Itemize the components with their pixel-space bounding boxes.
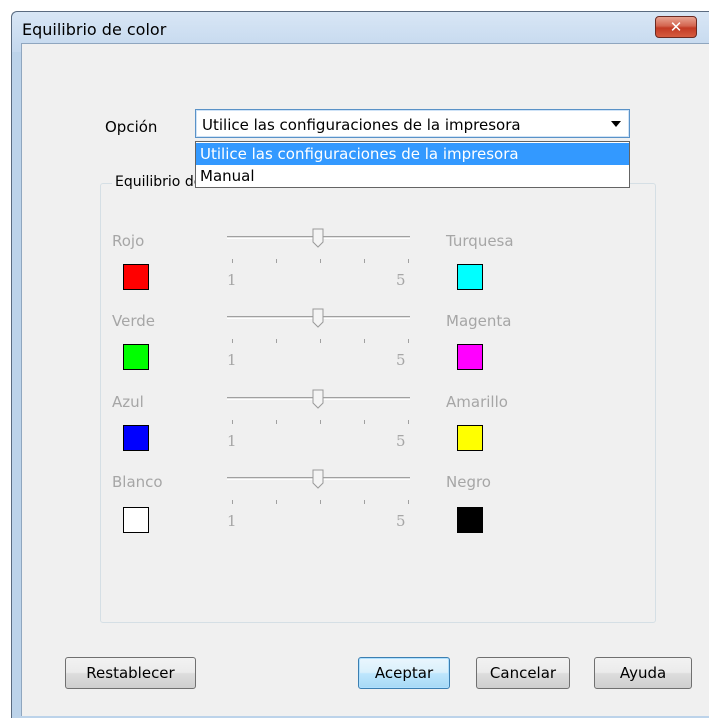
slider-max-label: 5 — [396, 512, 406, 530]
color-swatch-right — [457, 507, 483, 533]
row-left-label: Verde — [112, 312, 155, 330]
slider-thumb[interactable] — [312, 228, 324, 248]
row-left-label: Azul — [112, 393, 144, 411]
slider-tick — [232, 500, 233, 504]
color-swatch-left — [123, 507, 149, 533]
option-dropdown-list: Utilice las configuraciones de la impres… — [195, 141, 630, 188]
slider-tick — [364, 500, 365, 504]
slider-tick — [232, 339, 233, 343]
slider-max-label: 5 — [396, 271, 406, 289]
slider-tick — [276, 339, 277, 343]
color-swatch-right — [457, 344, 483, 370]
slider-tick — [276, 500, 277, 504]
cancel-button[interactable]: Cancelar — [476, 657, 570, 689]
row-left-label: Rojo — [112, 232, 145, 250]
slider-max-label: 5 — [396, 351, 406, 369]
option-select[interactable]: Utilice las configuraciones de la impres… — [195, 109, 630, 138]
row-right-label: Amarillo — [446, 393, 508, 411]
color-swatch-right — [457, 425, 483, 451]
slider-max-label: 5 — [396, 432, 406, 450]
close-button[interactable]: ✕ — [655, 16, 697, 38]
slider-min-label: 1 — [227, 351, 237, 369]
row-right-label: Magenta — [446, 312, 512, 330]
slider-tick — [276, 420, 277, 424]
slider-min-label: 1 — [227, 271, 237, 289]
close-icon: ✕ — [669, 17, 683, 36]
slider-min-label: 1 — [227, 432, 237, 450]
slider-tick — [408, 339, 409, 343]
slider-tick — [364, 259, 365, 263]
accept-button[interactable]: Aceptar — [358, 657, 450, 689]
color-swatch-left — [123, 264, 149, 290]
slider-tick — [408, 500, 409, 504]
color-balance-group — [100, 183, 656, 623]
row-right-label: Negro — [446, 473, 491, 491]
slider-tick — [232, 420, 233, 424]
slider-tick — [364, 339, 365, 343]
color-swatch-left — [123, 425, 149, 451]
option-selected-value: Utilice las configuraciones de la impres… — [202, 116, 521, 134]
slider-thumb[interactable] — [312, 308, 324, 328]
dialog-title: Equilibrio de color — [22, 20, 167, 39]
slider-tick — [408, 420, 409, 424]
slider-tick — [364, 420, 365, 424]
slider-tick — [408, 259, 409, 263]
slider-tick — [276, 259, 277, 263]
color-swatch-right — [457, 264, 483, 290]
dropdown-option-manual[interactable]: Manual — [196, 165, 629, 187]
slider-min-label: 1 — [227, 512, 237, 530]
option-label: Opción — [105, 118, 158, 136]
slider-tick — [232, 259, 233, 263]
slider-thumb[interactable] — [312, 389, 324, 409]
reset-button[interactable]: Restablecer — [65, 657, 196, 689]
help-button[interactable]: Ayuda — [594, 657, 692, 689]
slider-tick — [320, 420, 321, 424]
slider-tick — [320, 500, 321, 504]
chevron-down-icon[interactable] — [611, 121, 621, 127]
slider-thumb[interactable] — [312, 469, 324, 489]
row-left-label: Blanco — [112, 473, 163, 491]
color-swatch-left — [123, 344, 149, 370]
slider-tick — [320, 339, 321, 343]
slider-tick — [320, 259, 321, 263]
row-right-label: Turquesa — [446, 232, 514, 250]
dropdown-option-printer-settings[interactable]: Utilice las configuraciones de la impres… — [196, 143, 629, 165]
